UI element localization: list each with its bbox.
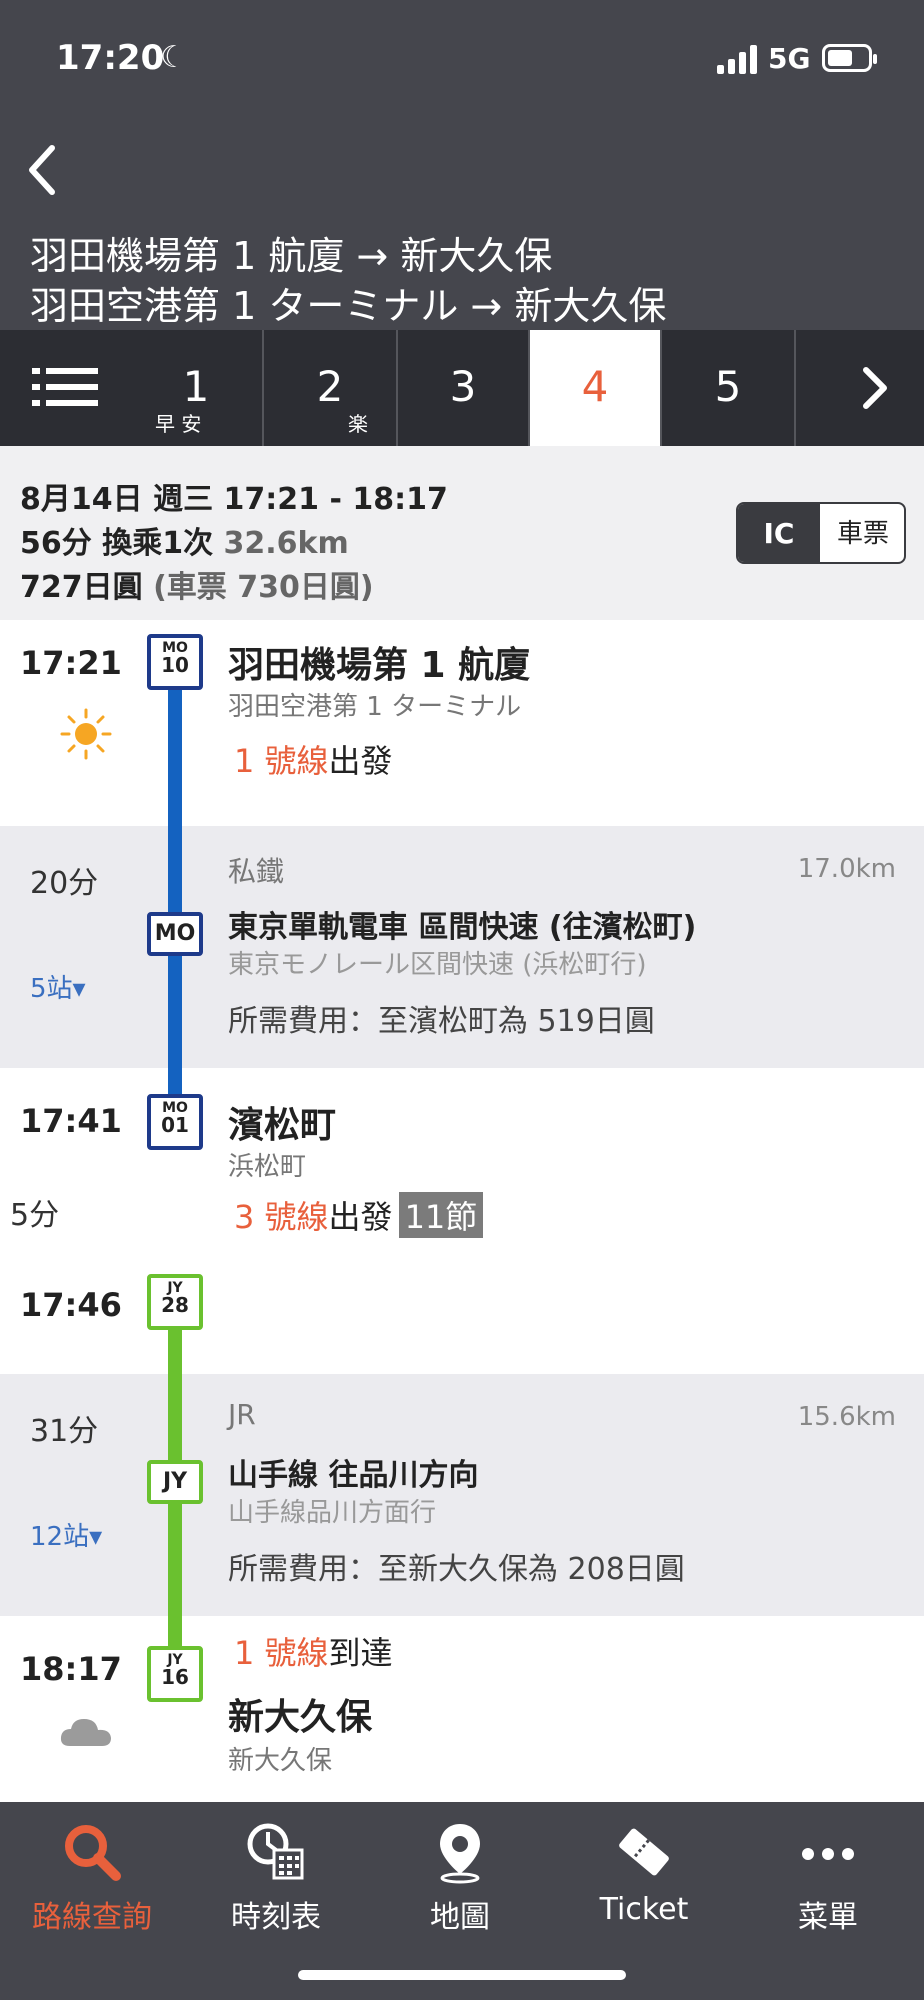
tab-route-2[interactable]: 2 楽 [264,330,398,446]
summary-fare: 727日圓 (車票 730日圓) [20,570,374,605]
train-name[interactable]: 東京單軌電車 區間快速 (往濱松町) [228,902,696,946]
ride-duration: 31分 [30,1414,99,1449]
car-count-badge: 11節 [398,1192,484,1238]
tab-route-4[interactable]: 4 [530,330,662,446]
ride-monorail: 20分 5站▾ 私鐵 17.0km 東京單軌電車 區間快速 (往濱松町) 東京モ… [0,826,924,1068]
summary-ticket-fare: (車票 730日圓) [153,570,374,605]
chevron-left-icon [29,145,55,195]
home-indicator [298,1970,626,1980]
station-arrival: 18:17 1 號線到達 新大久保 新大久保 [0,1616,924,1802]
status-time: 17:20 [56,38,165,78]
back-button[interactable] [18,140,78,200]
arrival-time: 18:17 [20,1650,122,1688]
train-name-jp: 山手線品川方面行 [228,1498,437,1528]
status-bar: 17:20 ☾ 5G [0,0,924,120]
train-name-jp: 東京モノレール区間快速 (浜松町行) [228,950,647,980]
route-title-zh: 羽田機場第 1 航廈 → 新大久保 [30,234,553,278]
moon-icon: ☾ [160,40,187,75]
list-icon [32,368,98,408]
ride-duration: 20分 [30,866,99,901]
search-icon [0,1820,184,1884]
fare-info: 所需費用：至新大久保為 208日圓 [228,1552,685,1587]
arrival-time: 17:41 [20,1102,122,1140]
nav-map[interactable]: 地圖 [368,1820,552,1936]
signal-icon [717,44,759,74]
departure-time: 17:21 [20,644,122,682]
summary-distance: 32.6km [223,526,349,561]
station-name[interactable]: 羽田機場第 1 航廈 [228,636,530,688]
station-code-badge: JY 28 [147,1274,203,1330]
app-header: 17:20 ☾ 5G 羽田機場第 1 航廈 → 新大久保 羽田空港第 1 ターミ… [0,0,924,330]
nav-route-search[interactable]: 路線查詢 [0,1820,184,1936]
summary-date-time: 8月14日 週三 17:21 - 18:17 [20,482,448,517]
line-badge: JY [147,1460,203,1504]
tab-route-1[interactable]: 1 早 安 [130,330,264,446]
chevron-right-icon [863,367,887,409]
station-code-badge: JY 16 [147,1646,203,1702]
sun-icon [60,708,112,760]
ticket-icon [552,1820,736,1884]
ride-distance: 15.6km [797,1402,896,1432]
nav-ticket[interactable]: Ticket [552,1820,736,1927]
station-name[interactable]: 濱松町 [228,1096,336,1148]
station-departure: 17:21 羽田機場第 1 航廈 羽田空港第 1 ターミナル 1 號線出發 [0,620,924,826]
summary-duration: 56分 換乘1次 32.6km [20,526,349,561]
tab-route-3[interactable]: 3 [398,330,530,446]
departure-platform: 1 號線出發 [234,742,393,780]
cloud-icon [60,1719,111,1746]
stops-toggle[interactable]: 12站▾ [30,1516,102,1553]
station-name-jp: 浜松町 [228,1152,307,1182]
tab-overflow [796,330,826,446]
operator-label: JR [228,1398,256,1431]
route-tabs: 1 早 安 2 楽 3 4 5 [0,330,924,446]
station-code-badge: MO 01 [147,1094,203,1150]
nav-menu[interactable]: 菜單 [736,1820,920,1936]
transfer-duration: 5分 [10,1198,60,1233]
monorail-line [168,670,182,1106]
timetable-icon [184,1820,368,1884]
departure-platform: 3 號線出發 11節 [234,1192,484,1238]
stops-toggle[interactable]: 5站▾ [30,968,86,1005]
ticket-fare-option[interactable]: 車票 [820,504,904,562]
station-jr-departure: 17:46 [0,1278,924,1374]
tab-tag: 早 安 [155,412,202,436]
nav-timetable[interactable]: 時刻表 [184,1820,368,1936]
fare-type-toggle: IC 車票 [736,502,906,564]
station-code-badge: MO 10 [147,634,203,690]
map-pin-icon [368,1820,552,1884]
station-name-jp: 新大久保 [228,1746,333,1776]
fare-info: 所需費用：至濱松町為 519日圓 [228,1004,655,1039]
line-badge: MO [147,912,203,956]
network-label: 5G [768,42,811,75]
station-name-jp: 羽田空港第 1 ターミナル [228,692,522,722]
more-icon [736,1820,920,1884]
station-name[interactable]: 新大久保 [228,1688,372,1740]
list-view-button[interactable] [0,330,130,446]
tab-tag: 楽 [348,412,368,436]
route-title-jp: 羽田空港第 1 ターミナル → 新大久保 [30,284,667,328]
departure-time: 17:46 [20,1286,122,1324]
operator-label: 私鐵 [228,855,285,888]
arrival-platform: 1 號線到達 [234,1634,393,1672]
station-transfer: 17:41 5分 濱松町 浜松町 3 號線出發 11節 [0,1068,924,1278]
battery-icon [822,44,877,72]
ride-yamanote: 31分 12站▾ JR 15.6km 山手線 往品川方向 山手線品川方面行 所需… [0,1374,924,1616]
ride-distance: 17.0km [797,854,896,884]
next-tabs-button[interactable] [826,330,924,446]
train-name[interactable]: 山手線 往品川方向 [228,1450,478,1494]
route-summary: 8月14日 週三 17:21 - 18:17 56分 換乘1次 32.6km 7… [0,446,924,620]
tab-route-5[interactable]: 5 [662,330,796,446]
ic-fare-option[interactable]: IC [738,504,820,562]
